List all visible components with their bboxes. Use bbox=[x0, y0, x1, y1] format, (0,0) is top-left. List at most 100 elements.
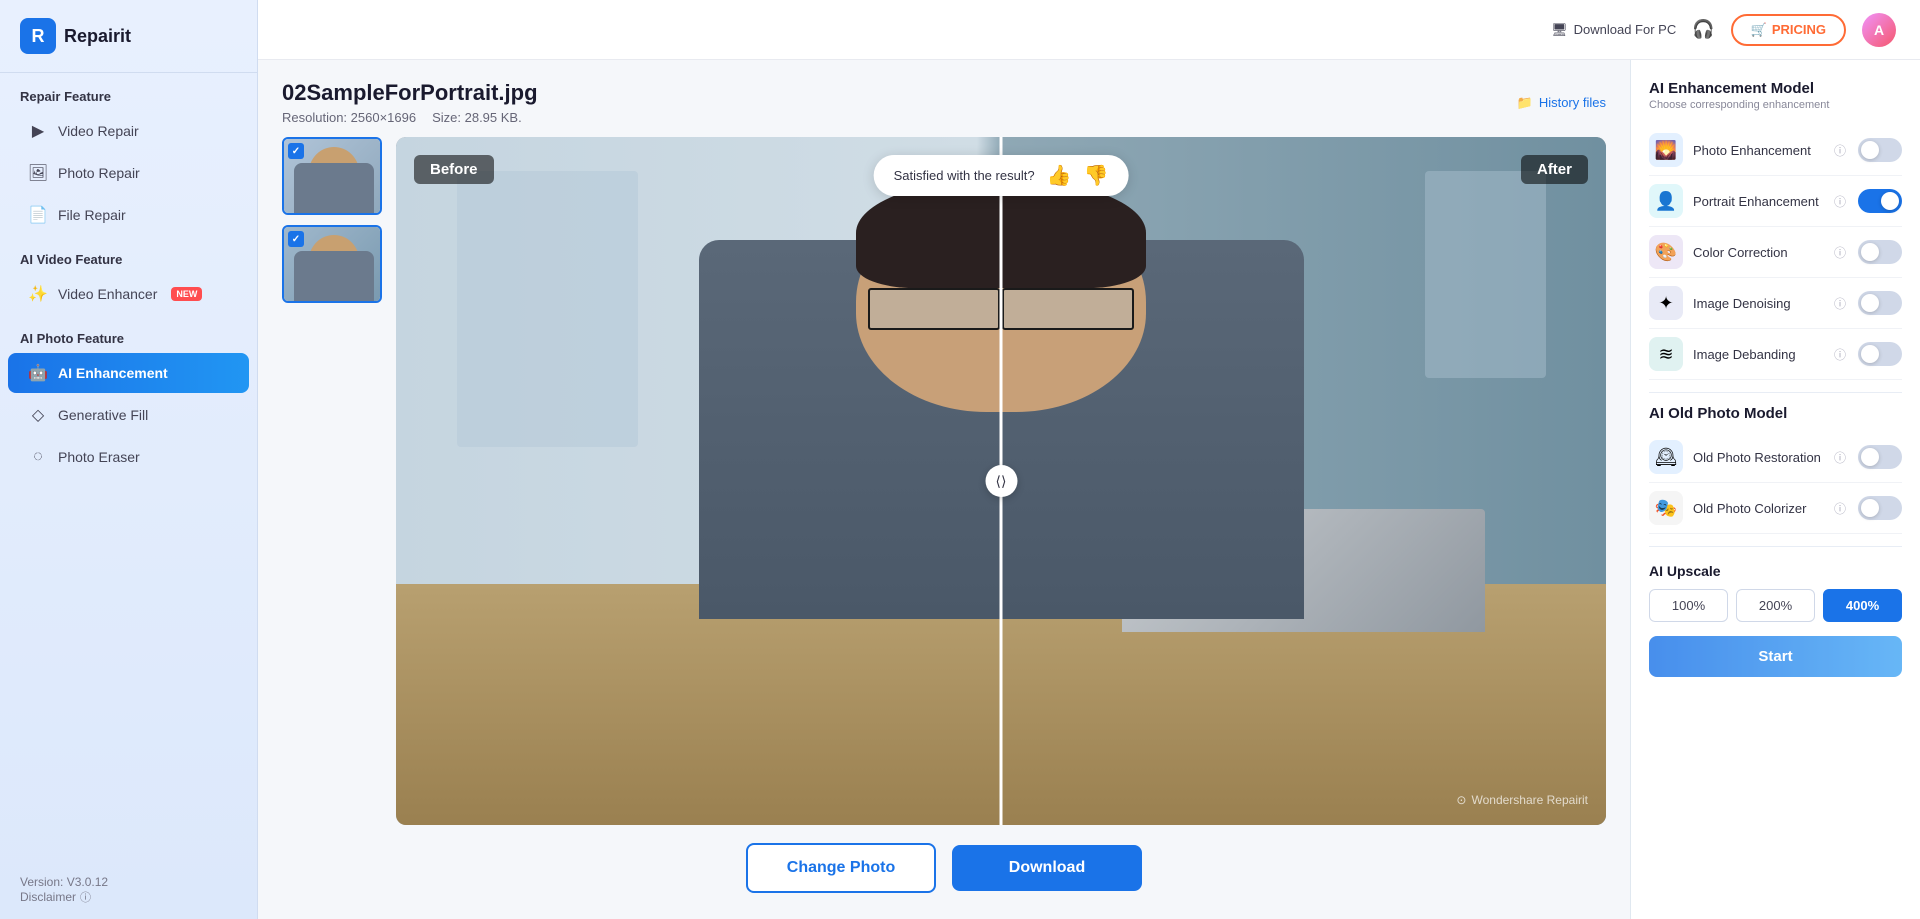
toggle-track bbox=[1858, 445, 1902, 469]
color-correction-icon: 🎨 bbox=[1649, 235, 1683, 269]
watermark-icon: ⊙ bbox=[1456, 793, 1466, 807]
version-text: Version: V3.0.12 bbox=[20, 875, 237, 889]
sidebar-item-label: Photo Eraser bbox=[58, 449, 140, 465]
photo-enhancement-toggle[interactable] bbox=[1858, 138, 1902, 162]
toggle-thumb bbox=[1861, 499, 1879, 517]
satisfaction-text: Satisfied with the result? bbox=[894, 168, 1035, 183]
sidebar-item-photo-eraser[interactable]: ◌ Photo Eraser bbox=[8, 437, 249, 477]
right-panel: AI Enhancement Model Choose correspondin… bbox=[1630, 60, 1920, 919]
content-area: 02SampleForPortrait.jpg Resolution: 2560… bbox=[258, 60, 1920, 919]
watermark: ⊙ Wondershare Repairit bbox=[1456, 793, 1588, 807]
sidebar-item-photo-repair[interactable]: 🖼 Photo Repair bbox=[8, 153, 249, 193]
file-info: 02SampleForPortrait.jpg Resolution: 2560… bbox=[282, 80, 1606, 125]
file-repair-icon: 📄 bbox=[28, 205, 48, 225]
app-name: Repairit bbox=[64, 26, 131, 47]
image-debanding-info-icon[interactable]: ⓘ bbox=[1834, 346, 1846, 363]
toggle-thumb bbox=[1881, 192, 1899, 210]
ai-enhancement-icon: 🤖 bbox=[28, 363, 48, 383]
color-correction-toggle[interactable] bbox=[1858, 240, 1902, 264]
enhancement-row-denoising: ✦ Image Denoising ⓘ bbox=[1649, 278, 1902, 329]
toggle-thumb bbox=[1861, 243, 1879, 261]
new-badge: NEW bbox=[171, 287, 202, 301]
sidebar-item-video-repair[interactable]: ▶ Video Repair bbox=[8, 111, 249, 151]
pricing-button[interactable]: 🛒 PRICING bbox=[1731, 14, 1846, 46]
enhancement-row-portrait: 👤 Portrait Enhancement ⓘ bbox=[1649, 176, 1902, 227]
thumbnail-check-1: ✓ bbox=[288, 143, 304, 159]
portrait-enhancement-toggle[interactable] bbox=[1858, 189, 1902, 213]
history-files-button[interactable]: 📁 History files bbox=[1517, 95, 1606, 111]
toggle-thumb bbox=[1861, 294, 1879, 312]
old-photo-restoration-toggle[interactable] bbox=[1858, 445, 1902, 469]
upscale-100-button[interactable]: 100% bbox=[1649, 589, 1728, 622]
monitor-icon: 🖥 bbox=[1551, 22, 1568, 38]
sidebar-item-file-repair[interactable]: 📄 File Repair bbox=[8, 195, 249, 235]
toggle-track bbox=[1858, 342, 1902, 366]
old-photo-row-colorizer: 🎭 Old Photo Colorizer ⓘ bbox=[1649, 483, 1902, 534]
after-label: After bbox=[1521, 155, 1588, 184]
sidebar-item-label: Photo Repair bbox=[58, 165, 140, 181]
before-label: Before bbox=[414, 155, 494, 184]
file-size: Size: 28.95 KB. bbox=[432, 110, 522, 125]
image-viewer: Before After Satisfied with the result? … bbox=[396, 137, 1606, 825]
old-photo-colorizer-icon: 🎭 bbox=[1649, 491, 1683, 525]
thumbs-up-icon[interactable]: 👍 bbox=[1047, 163, 1072, 188]
upscale-400-button[interactable]: 400% bbox=[1823, 589, 1902, 622]
before-after-divider: ⟨⟩ bbox=[1000, 137, 1003, 825]
sidebar-item-video-enhancer[interactable]: ✨ Video Enhancer NEW bbox=[8, 274, 249, 314]
old-photo-colorizer-label: Old Photo Colorizer bbox=[1693, 501, 1824, 516]
sidebar-item-label: Generative Fill bbox=[58, 407, 148, 423]
old-photo-colorizer-toggle[interactable] bbox=[1858, 496, 1902, 520]
thumbnails-and-viewer: ✓ ✓ bbox=[282, 137, 1606, 825]
file-meta: Resolution: 2560×1696 Size: 28.95 KB. bbox=[282, 110, 538, 125]
color-correction-label: Color Correction bbox=[1693, 245, 1824, 260]
start-button[interactable]: Start bbox=[1649, 636, 1902, 677]
toggle-thumb bbox=[1861, 141, 1879, 159]
image-denoising-label: Image Denoising bbox=[1693, 296, 1824, 311]
image-debanding-toggle[interactable] bbox=[1858, 342, 1902, 366]
photo-enhancement-icon: 🌄 bbox=[1649, 133, 1683, 167]
download-pc-button[interactable]: 🖥 Download For PC bbox=[1551, 22, 1676, 38]
thumbnail-1[interactable]: ✓ bbox=[282, 137, 382, 215]
logo-area: R Repairit bbox=[0, 0, 257, 73]
headset-icon[interactable]: 🎧 bbox=[1692, 19, 1714, 40]
file-resolution: Resolution: 2560×1696 bbox=[282, 110, 416, 125]
panel-divider-2 bbox=[1649, 546, 1902, 547]
upscale-options: 100% 200% 400% bbox=[1649, 589, 1902, 622]
download-button[interactable]: Download bbox=[952, 845, 1142, 891]
panel-divider-1 bbox=[1649, 392, 1902, 393]
old-photo-row-restoration: 🕰 Old Photo Restoration ⓘ bbox=[1649, 432, 1902, 483]
enhancement-row-debanding: ≋ Image Debanding ⓘ bbox=[1649, 329, 1902, 380]
folder-icon: 📁 bbox=[1517, 95, 1533, 111]
sidebar-item-label: AI Enhancement bbox=[58, 365, 168, 381]
old-photo-restoration-info-icon[interactable]: ⓘ bbox=[1834, 449, 1846, 466]
image-debanding-icon: ≋ bbox=[1649, 337, 1683, 371]
cart-icon: 🛒 bbox=[1751, 22, 1767, 38]
change-photo-button[interactable]: Change Photo bbox=[746, 843, 936, 893]
thumbs-down-icon[interactable]: 👎 bbox=[1083, 163, 1108, 188]
image-denoising-info-icon[interactable]: ⓘ bbox=[1834, 295, 1846, 312]
old-photo-title: AI Old Photo Model bbox=[1649, 405, 1902, 422]
sidebar-item-label: Video Repair bbox=[58, 123, 139, 139]
image-debanding-label: Image Debanding bbox=[1693, 347, 1824, 362]
avatar[interactable]: A bbox=[1862, 13, 1896, 47]
enhancement-row-color: 🎨 Color Correction ⓘ bbox=[1649, 227, 1902, 278]
upscale-200-button[interactable]: 200% bbox=[1736, 589, 1815, 622]
satisfaction-bar: Satisfied with the result? 👍 👎 bbox=[874, 155, 1129, 196]
old-photo-colorizer-info-icon[interactable]: ⓘ bbox=[1834, 500, 1846, 517]
ai-enhancement-subtitle: Choose corresponding enhancement bbox=[1649, 99, 1902, 111]
photo-enhancement-label: Photo Enhancement bbox=[1693, 143, 1824, 158]
sidebar-item-generative-fill[interactable]: ◇ Generative Fill bbox=[8, 395, 249, 435]
image-denoising-icon: ✦ bbox=[1649, 286, 1683, 320]
toggle-thumb bbox=[1861, 345, 1879, 363]
divider-handle-circle[interactable]: ⟨⟩ bbox=[985, 465, 1017, 497]
portrait-enhancement-info-icon[interactable]: ⓘ bbox=[1834, 193, 1846, 210]
image-denoising-toggle[interactable] bbox=[1858, 291, 1902, 315]
sidebar-footer: Version: V3.0.12 Disclaimer ⓘ bbox=[0, 861, 257, 919]
portrait-enhancement-label: Portrait Enhancement bbox=[1693, 194, 1824, 209]
thumbnail-2[interactable]: ✓ bbox=[282, 225, 382, 303]
sidebar-item-ai-enhancement[interactable]: 🤖 AI Enhancement bbox=[8, 353, 249, 393]
photo-enhancement-info-icon[interactable]: ⓘ bbox=[1834, 142, 1846, 159]
disclaimer-link[interactable]: Disclaimer ⓘ bbox=[20, 889, 237, 905]
upscale-section: AI Upscale 100% 200% 400% Start bbox=[1649, 563, 1902, 677]
color-correction-info-icon[interactable]: ⓘ bbox=[1834, 244, 1846, 261]
